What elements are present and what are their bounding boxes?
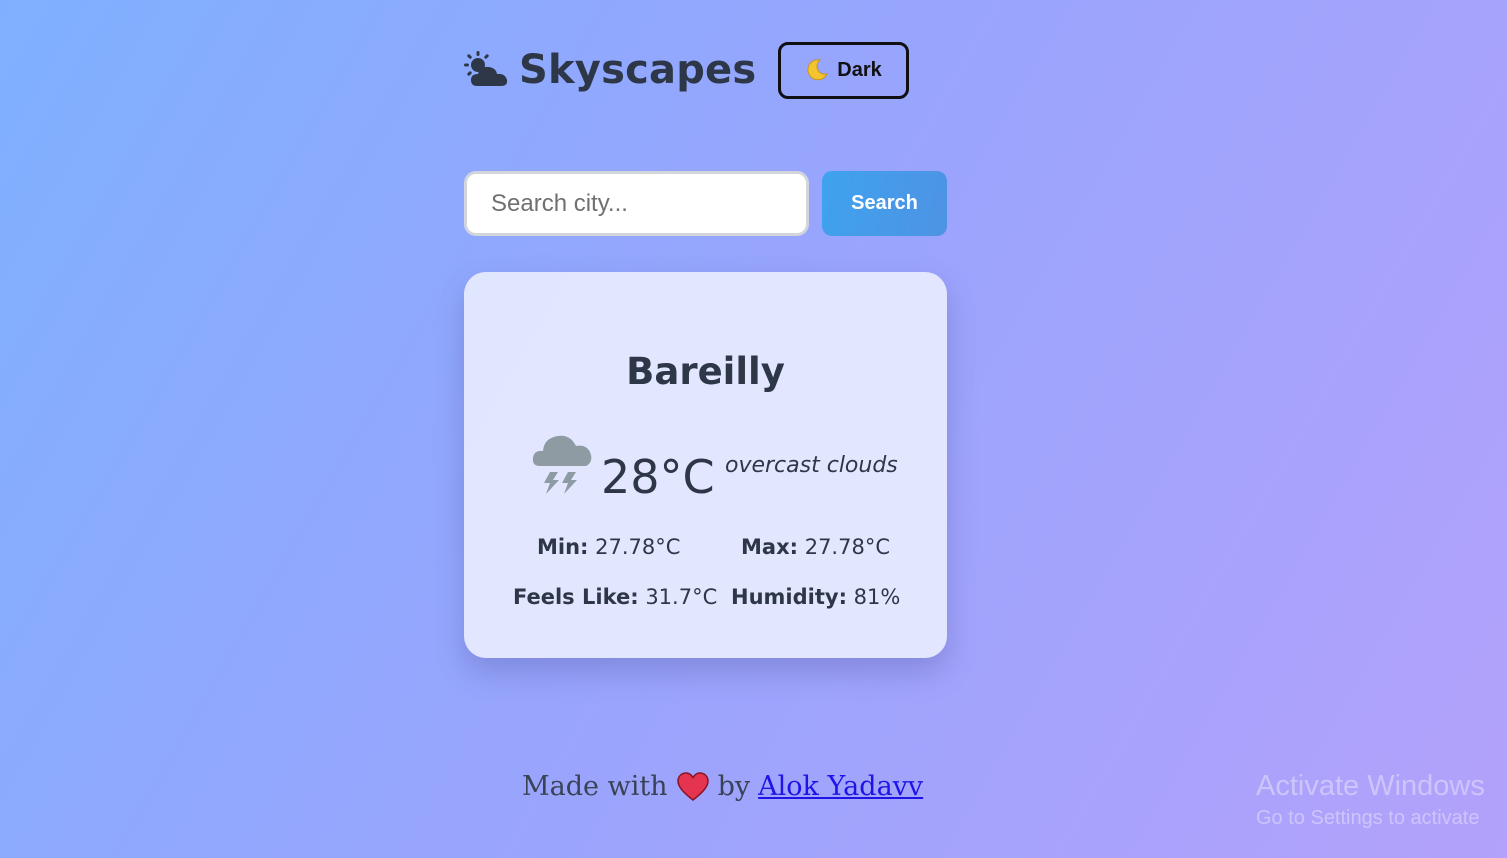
weather-description: overcast clouds <box>725 453 898 478</box>
stat-feels-like-label: Feels Like: <box>513 585 639 609</box>
stat-feels-like: Feels Like: 31.7°C <box>513 585 717 609</box>
footer-by: by <box>717 771 751 802</box>
thunder-cloud-icon <box>530 426 598 498</box>
app-title: Skyscapes <box>519 47 757 93</box>
stat-min-label: Min: <box>537 535 589 559</box>
watermark-subtitle: Go to Settings to activate <box>1256 807 1480 829</box>
stat-humidity: Humidity: 81% <box>731 585 900 609</box>
stat-humidity-value: 81% <box>853 585 901 609</box>
app-header: Skyscapes Dark <box>463 40 909 100</box>
stat-humidity-label: Humidity: <box>731 585 847 609</box>
footer: Made with by Alok Yadavv <box>522 771 923 802</box>
sun-behind-cloud-icon <box>463 50 511 90</box>
windows-activation-watermark: Activate Windows Go to Settings to activ… <box>1256 770 1485 830</box>
stat-min: Min: 27.78°C <box>537 535 680 559</box>
brand: Skyscapes <box>463 47 756 93</box>
city-search-input[interactable] <box>464 171 809 236</box>
search-bar: Search <box>464 171 947 236</box>
moon-icon <box>805 58 829 82</box>
stat-max-value: 27.78°C <box>804 535 890 559</box>
temperature: 28°C <box>601 450 715 504</box>
author-link[interactable]: Alok Yadavv <box>758 771 923 802</box>
stat-max: Max: 27.78°C <box>741 535 890 559</box>
theme-toggle-button[interactable]: Dark <box>778 41 909 99</box>
theme-toggle-label: Dark <box>837 58 882 81</box>
city-name: Bareilly <box>626 350 785 393</box>
stat-min-value: 27.78°C <box>595 535 681 559</box>
heart-icon <box>676 771 710 802</box>
stat-feels-like-value: 31.7°C <box>645 585 718 609</box>
search-button[interactable]: Search <box>822 171 947 236</box>
stat-max-label: Max: <box>741 535 799 559</box>
footer-prefix: Made with <box>522 771 668 802</box>
watermark-title: Activate Windows <box>1256 770 1485 802</box>
